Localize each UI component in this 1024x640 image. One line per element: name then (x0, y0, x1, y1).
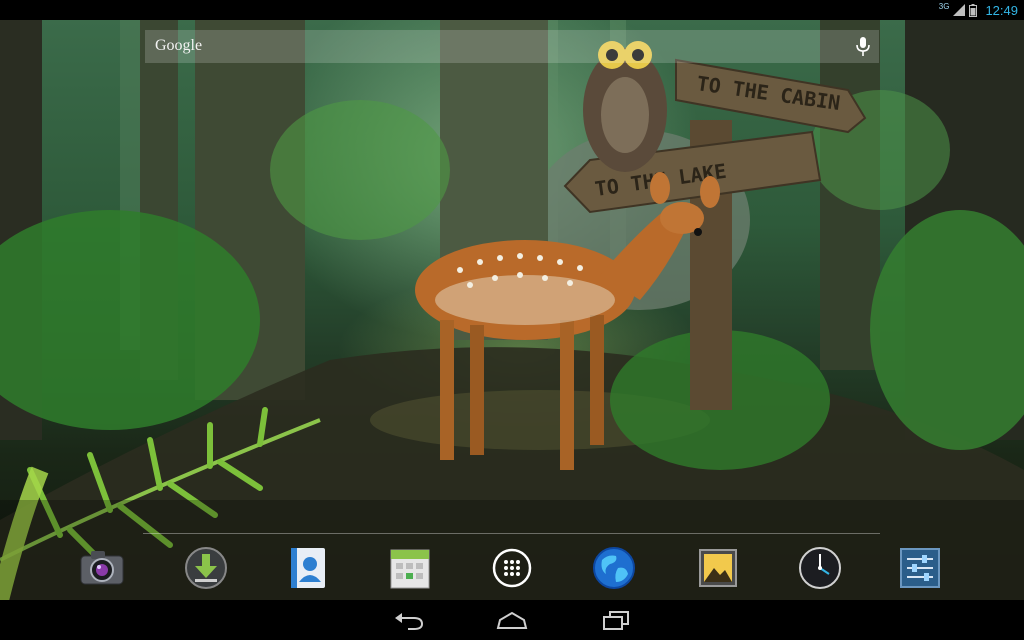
mic-icon[interactable] (855, 36, 871, 58)
status-icons: 3G 12:49 (939, 0, 1018, 20)
signal-icon (953, 4, 966, 16)
all-apps-icon[interactable] (489, 545, 535, 591)
forest-scene: TO THE CABIN TO THE LAKE (0, 20, 1024, 600)
battery-icon (969, 3, 978, 17)
clock-text: 12:49 (985, 2, 1018, 18)
clock-icon[interactable] (797, 545, 843, 591)
browser-icon[interactable] (591, 545, 637, 591)
google-search-bar[interactable]: Google (145, 30, 879, 63)
dock-divider (143, 533, 880, 534)
calendar-icon[interactable] (387, 545, 433, 591)
gallery-icon[interactable] (695, 545, 741, 591)
recents-icon[interactable] (598, 610, 634, 630)
status-bar: 3G 12:49 (0, 0, 1024, 20)
back-icon[interactable] (392, 610, 428, 630)
wallpaper: TO THE CABIN TO THE LAKE (0, 20, 1024, 600)
network-type-label: 3G (938, 2, 950, 11)
contacts-icon[interactable] (285, 545, 331, 591)
search-label: Google (155, 37, 203, 54)
navigation-bar (0, 600, 1024, 640)
camera-icon[interactable] (79, 545, 125, 591)
home-icon[interactable] (494, 610, 530, 630)
settings-icon[interactable] (897, 545, 943, 591)
downloads-icon[interactable] (183, 545, 229, 591)
